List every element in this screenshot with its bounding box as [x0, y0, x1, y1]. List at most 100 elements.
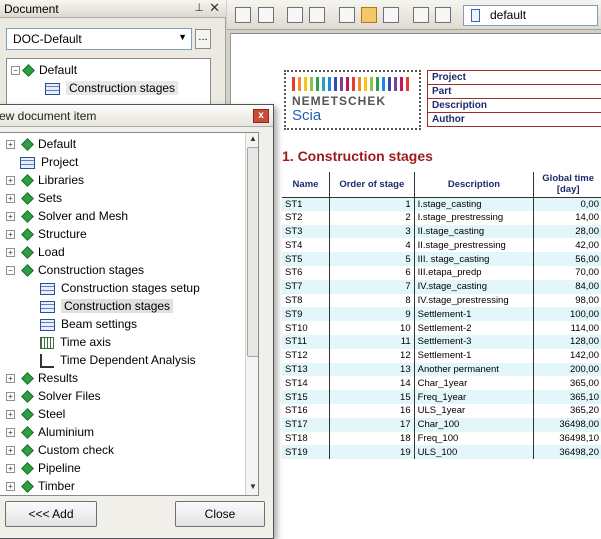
page-icon[interactable] [339, 7, 355, 23]
expand-icon[interactable]: + [6, 482, 15, 492]
tree-item-label: Libraries [38, 173, 85, 187]
tree-item-steel[interactable]: + Steel [6, 405, 65, 423]
cell-global-time: 56,00 [533, 252, 601, 266]
tree-item-solver-files[interactable]: + Solver Files [6, 387, 101, 405]
expand-icon[interactable]: + [6, 248, 15, 258]
collapse-icon[interactable]: − [6, 266, 15, 276]
expand-icon[interactable]: + [6, 212, 15, 222]
diamond-icon [21, 210, 34, 224]
tree-item-construction-stages-setup[interactable]: Construction stages setup [40, 279, 200, 297]
tree-item-time-dependent-analysis[interactable]: Time Dependent Analysis [40, 351, 196, 369]
cell-description: II.stage_prestressing [413, 238, 534, 253]
tree-item-label: Default [38, 137, 77, 151]
cell-description: Char_100 [413, 417, 534, 432]
edit-check-icon[interactable] [413, 7, 429, 23]
cell-global-time: 36498,20 [533, 445, 601, 460]
tree-item-sets[interactable]: + Sets [6, 189, 62, 207]
tree-item-aluminium[interactable]: + Aluminium [6, 423, 94, 441]
tree-item-label: Pipeline [38, 461, 81, 475]
tree-item-beam-settings[interactable]: Beam settings [40, 315, 137, 333]
copy-icon[interactable] [235, 7, 251, 23]
document-panel-titlebar: Document ⊥ ✕ [0, 0, 226, 18]
scroll-down-icon[interactable]: ▼ [247, 482, 258, 494]
tree-item-label: Load [38, 245, 65, 259]
tree-item-label: Construction stages setup [61, 281, 200, 295]
expand-icon[interactable]: + [6, 176, 15, 186]
expand-icon[interactable]: + [6, 464, 15, 474]
page-frame-icon[interactable] [383, 7, 399, 23]
document-select-value: DOC-Default [13, 32, 82, 46]
cell-name: ST10 [282, 321, 330, 335]
tree-item-pipeline[interactable]: + Pipeline [6, 459, 81, 477]
cell-name: ST12 [282, 348, 330, 363]
document-tree-item-default[interactable]: − Default [11, 61, 77, 79]
cell-description: I.stage_casting [413, 197, 534, 211]
tree-item-structure[interactable]: + Structure [6, 225, 87, 243]
diamond-icon [21, 246, 34, 260]
time-dependent-analysis-icon [40, 353, 54, 368]
cell-order: 6 [328, 265, 415, 280]
cell-name: ST14 [282, 376, 330, 391]
table-row: ST19 19 ULS_100 36498,20 [282, 445, 601, 460]
tree-item-timber[interactable]: + Timber [6, 477, 75, 495]
dialog-close-icon[interactable]: x [253, 109, 269, 123]
new-document-item-dialog: ew document item x + Default Project + Libra… [0, 104, 274, 539]
tree-item-results[interactable]: + Results [6, 369, 78, 387]
cell-name: ST9 [282, 307, 330, 322]
close-button[interactable]: Close [175, 501, 265, 527]
vertical-scrollbar[interactable]: ▲ ▼ [245, 133, 258, 495]
document-more-button[interactable]: ... [195, 29, 211, 49]
tree-item-solver-and-mesh[interactable]: + Solver and Mesh [6, 207, 128, 225]
scroll-thumb[interactable] [247, 147, 258, 357]
expand-icon[interactable]: + [6, 374, 15, 384]
cell-global-time: 365,20 [533, 403, 601, 418]
refresh-check-icon[interactable] [435, 7, 451, 23]
grid-icon [40, 318, 55, 331]
expand-icon[interactable]: + [6, 140, 15, 150]
tree-item-libraries[interactable]: + Libraries [6, 171, 84, 189]
cell-description: I.stage_prestressing [413, 210, 534, 225]
tree-item-label: Time Dependent Analysis [60, 353, 196, 367]
table-row: ST12 12 Settlement-1 142,00 [282, 348, 601, 363]
page-edge [231, 33, 601, 34]
expand-icon[interactable]: + [6, 410, 15, 420]
tree-item-time-axis[interactable]: Time axis [40, 333, 111, 351]
tree-item-project[interactable]: Project [6, 153, 78, 171]
table-row: ST6 6 III.etapa_predp 70,00 [282, 265, 601, 280]
tree-item-label: Sets [38, 191, 63, 205]
tree-item-default[interactable]: + Default [6, 135, 76, 153]
column-header-order: Order of stage [328, 172, 415, 198]
book-icon[interactable] [258, 7, 274, 23]
expand-icon[interactable]: + [6, 428, 15, 438]
header-field-author: Author [427, 112, 601, 127]
cell-global-time: 42,00 [533, 238, 601, 253]
expand-icon[interactable]: + [6, 194, 15, 204]
expand-icon[interactable]: + [6, 446, 15, 456]
tree-item-construction-stages[interactable]: − Construction stages [6, 261, 144, 279]
template-combo[interactable]: default [463, 5, 598, 26]
pin-icon[interactable]: ⊥ [194, 1, 204, 14]
page-layout-icon[interactable] [361, 7, 377, 23]
close-icon[interactable]: ✕ [209, 0, 220, 16]
expand-icon[interactable]: + [6, 392, 15, 402]
scroll-up-icon[interactable]: ▲ [247, 134, 258, 146]
print-icon[interactable] [309, 7, 325, 23]
table-row: ST11 11 Settlement-3 128,00 [282, 334, 601, 349]
add-button[interactable]: <<< Add [5, 501, 97, 527]
print-preview-icon[interactable] [287, 7, 303, 23]
document-tree: − Default Construction stages [6, 58, 211, 108]
grid-icon [45, 82, 60, 95]
cell-description: Freq_1year [413, 390, 534, 404]
tree-item-custom-check[interactable]: + Custom check [6, 441, 114, 459]
tree-item-load[interactable]: + Load [6, 243, 65, 261]
document-select[interactable]: DOC-Default ▼ [6, 28, 192, 50]
document-tree-item-construction-stages[interactable]: Construction stages [45, 79, 179, 97]
tree-item-label: Structure [38, 227, 87, 241]
cell-order: 5 [328, 252, 415, 266]
tree-item-construction-stages[interactable]: Construction stages [40, 297, 174, 315]
diamond-icon [21, 372, 34, 386]
diamond-icon [21, 426, 34, 440]
expand-icon[interactable]: + [6, 230, 15, 240]
logo-name: NEMETSCHEK [292, 94, 387, 108]
collapse-icon[interactable]: − [11, 66, 20, 76]
